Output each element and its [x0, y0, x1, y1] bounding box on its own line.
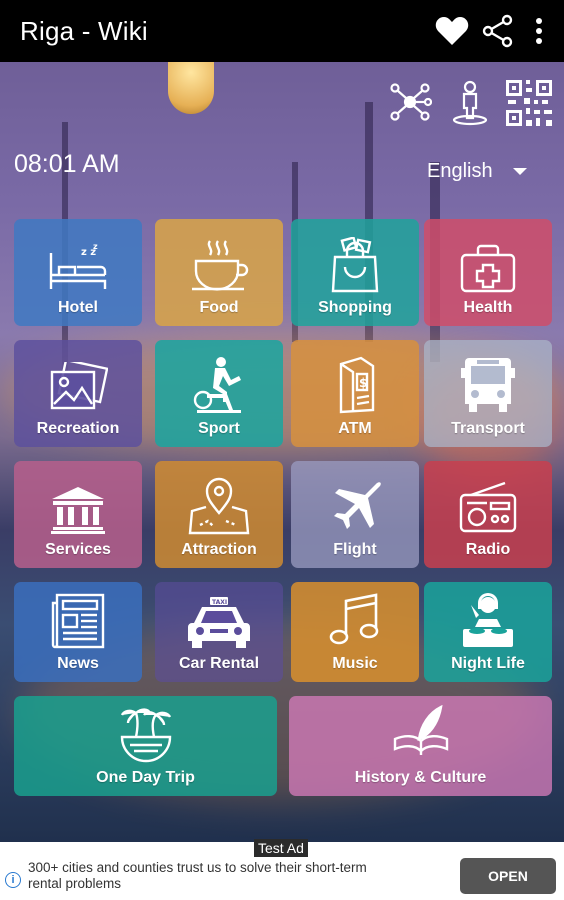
svg-text:TAXI: TAXI: [212, 599, 227, 606]
tile-night-life[interactable]: Night Life: [424, 582, 552, 682]
tile-label: Food: [199, 299, 239, 316]
tile-label: History & Culture: [354, 769, 487, 786]
tile-attraction[interactable]: Attraction: [155, 461, 283, 568]
tile-label: Services: [45, 541, 111, 558]
tile-label: News: [57, 655, 99, 672]
palm-island-icon: [120, 708, 171, 763]
share-icon[interactable]: [478, 11, 518, 51]
atm-machine-icon: $: [339, 356, 375, 414]
app-title: Riga - Wiki: [20, 15, 148, 46]
tile-transport[interactable]: Transport: [424, 340, 552, 447]
moon-image: [168, 62, 214, 114]
dropdown-arrow-icon: [512, 168, 527, 175]
tile-music[interactable]: Music: [291, 582, 419, 682]
tile-flight[interactable]: Flight: [291, 461, 419, 568]
tile-label: Health: [463, 299, 513, 316]
tile-label: Night Life: [451, 655, 525, 672]
svg-text:z: z: [93, 243, 98, 251]
taxi-icon: TAXI: [188, 597, 250, 648]
exercise-bike-icon: [193, 357, 241, 413]
first-aid-kit-icon: [460, 244, 516, 293]
network-icon[interactable]: [388, 80, 433, 129]
bus-icon: [461, 358, 515, 412]
tile-news[interactable]: News: [14, 582, 142, 682]
bank-building-icon: [51, 487, 105, 534]
tile-one-day-trip[interactable]: One Day Trip: [14, 696, 277, 796]
tile-label: Car Rental: [178, 655, 260, 672]
qr-code-icon[interactable]: [506, 80, 552, 131]
tile-services[interactable]: Services: [14, 461, 142, 568]
tile-sport[interactable]: Sport: [155, 340, 283, 447]
tile-label: Flight: [333, 541, 377, 558]
person-location-icon[interactable]: [450, 80, 490, 131]
tile-label: Radio: [465, 541, 511, 558]
language-label: English: [427, 160, 493, 182]
tile-label: Hotel: [58, 299, 98, 316]
tile-label: ATM: [338, 420, 372, 437]
language-selector[interactable]: English: [427, 160, 527, 183]
tile-label: One Day Trip: [96, 769, 195, 786]
tile-label: Recreation: [36, 420, 120, 437]
info-icon[interactable]: i: [5, 872, 21, 888]
app-bar: Riga - Wiki: [0, 0, 564, 62]
tile-label: Transport: [451, 420, 525, 437]
map-pin-icon: [188, 477, 250, 535]
ad-text: 300+ cities and counties trust us to sol…: [28, 860, 367, 891]
test-ad-badge: Test Ad: [254, 839, 308, 857]
tile-recreation[interactable]: Recreation: [14, 340, 142, 447]
tile-atm[interactable]: $ ATM: [291, 340, 419, 447]
tile-radio[interactable]: Radio: [424, 461, 552, 568]
tile-label: Shopping: [318, 299, 392, 316]
tile-label: Music: [332, 655, 378, 672]
tile-food[interactable]: Food: [155, 219, 283, 326]
radio-icon: [459, 481, 517, 533]
tile-label: Attraction: [181, 541, 257, 558]
bed-icon: z z z: [49, 243, 107, 289]
shopping-bag-icon: [331, 237, 379, 293]
ad-open-button[interactable]: OPEN: [460, 858, 556, 894]
tile-label: Sport: [198, 420, 240, 437]
tile-history-culture[interactable]: History & Culture: [289, 696, 552, 796]
picture-icon: [50, 362, 108, 410]
home-screen: 08:01 AM English z z z Hotel Food Shoppi…: [0, 62, 564, 842]
newspaper-icon: [51, 593, 105, 649]
ad-banner[interactable]: 300+ cities and counties trust us to sol…: [0, 839, 564, 900]
airplane-icon: [334, 482, 381, 529]
svg-text:$: $: [359, 376, 367, 390]
music-note-icon: [329, 593, 379, 645]
clock-time: 08:01 AM: [14, 150, 120, 178]
dj-icon: [463, 593, 513, 647]
quill-book-icon: [393, 705, 448, 755]
tile-car-rental[interactable]: TAXI Car Rental: [155, 582, 283, 682]
coffee-cup-icon: [192, 240, 249, 291]
tile-health[interactable]: Health: [424, 219, 552, 326]
tile-hotel[interactable]: z z z Hotel: [14, 219, 142, 326]
heart-icon[interactable]: [432, 11, 472, 51]
tile-shopping[interactable]: Shopping: [291, 219, 419, 326]
more-vert-icon[interactable]: [524, 11, 554, 51]
